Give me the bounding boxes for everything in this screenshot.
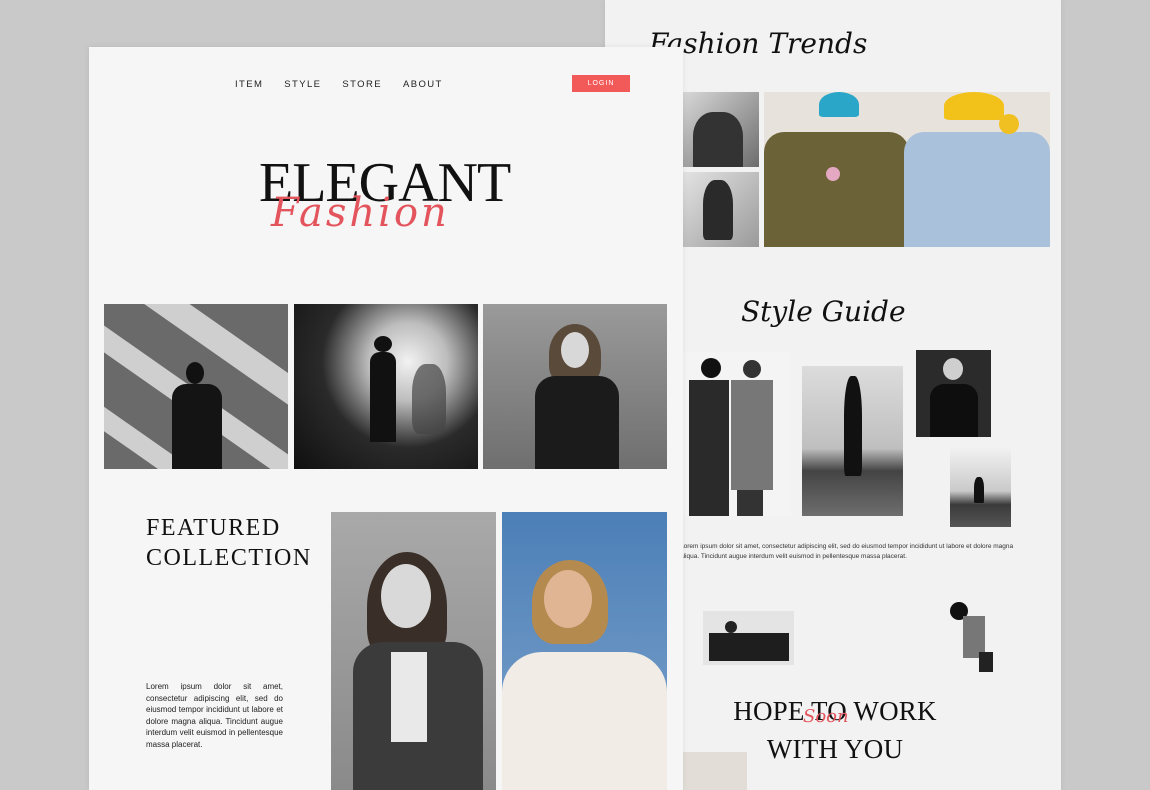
- style-photo-beach: [802, 366, 903, 516]
- hope-line2: WITH YOU: [766, 734, 904, 764]
- hope-photo-kneel: [945, 600, 1012, 678]
- featured-title: FEATURED COLLECTION: [146, 513, 312, 573]
- trend-photo-main: [764, 92, 1050, 247]
- style-guide-title: Style Guide: [741, 295, 906, 328]
- hope-script: Soon: [803, 706, 849, 727]
- nav-item-item[interactable]: ITEM: [235, 79, 263, 90]
- trend-photo-2: [683, 172, 759, 247]
- featured-text: Lorem ipsum dolor sit amet, consectetur …: [146, 682, 283, 749]
- login-button[interactable]: LOGIN: [572, 75, 630, 92]
- top-nav: ITEM STYLE STORE ABOUT: [235, 79, 443, 90]
- gallery-photo-3: [483, 304, 667, 469]
- style-guide-text: Lorem ipsum dolor sit amet, consectetur …: [680, 543, 1014, 560]
- nav-item-style[interactable]: STYLE: [284, 79, 321, 90]
- nav-item-about[interactable]: ABOUT: [403, 79, 443, 90]
- featured-title-line1: FEATURED: [146, 515, 281, 541]
- gallery-photo-2: [294, 304, 478, 469]
- hope-photo-sofa: [703, 611, 794, 665]
- style-photo-duo: [681, 352, 791, 516]
- featured-title-line2: COLLECTION: [146, 545, 312, 571]
- left-mockup-page: ITEM STYLE STORE ABOUT LOGIN ELEGANT Fas…: [89, 47, 683, 790]
- featured-photo-2: [502, 512, 667, 790]
- nav-item-store[interactable]: STORE: [342, 79, 382, 90]
- hero-script: Fashion: [271, 190, 450, 236]
- trend-photo-1: [683, 92, 759, 167]
- style-photo-silhouette: [950, 447, 1011, 527]
- featured-photo-1: [331, 512, 496, 790]
- gallery-photo-1: [104, 304, 288, 469]
- hope-heading: HOPE TO WORK WITH YOU: [715, 692, 955, 768]
- style-photo-leather: [916, 350, 991, 437]
